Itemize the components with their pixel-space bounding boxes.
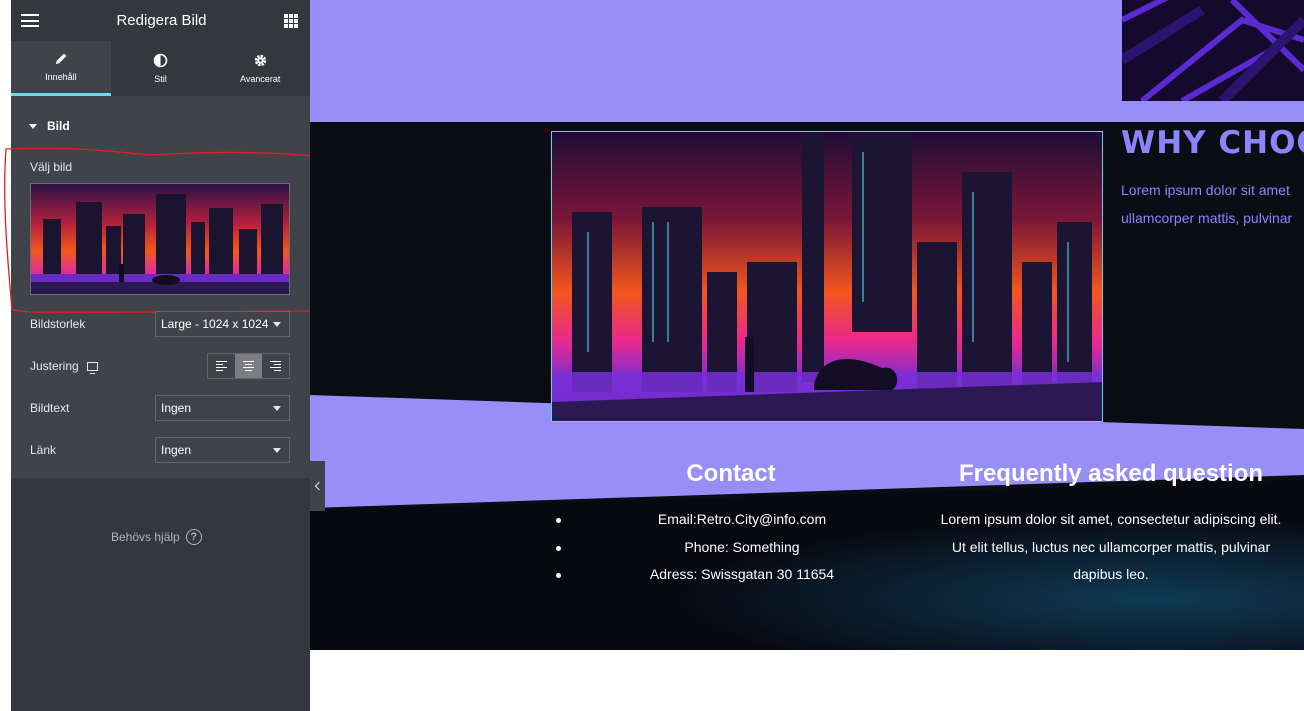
neon-structure-image xyxy=(1122,0,1304,101)
contact-phone: Phone: Something xyxy=(556,534,928,562)
tab-style[interactable]: Stil xyxy=(110,41,211,96)
tab-style-label: Stil xyxy=(154,74,167,84)
align-center-button[interactable] xyxy=(235,354,262,378)
page-preview: WHY CHOOS Lorem ipsum dolor sit amet ull… xyxy=(310,0,1304,711)
contrast-icon xyxy=(153,53,168,68)
caption-select[interactable]: Ingen xyxy=(155,395,290,421)
tab-content[interactable]: Innehåll xyxy=(11,41,111,96)
why-text-line-2: ullamcorper mattis, pulvinar xyxy=(1121,210,1293,226)
why-choose-text: Lorem ipsum dolor sit amet ullamcorper m… xyxy=(1121,176,1304,232)
tab-advanced-label: Avancerat xyxy=(240,74,281,84)
image-size-select[interactable]: Large - 1024 x 1024 xyxy=(155,311,290,337)
editor-panel: Redigera Bild Innehåll Stil Avancerat Bi… xyxy=(4,0,315,711)
alignment-buttons xyxy=(207,353,290,379)
caption-label: Bildtext xyxy=(30,401,70,415)
bullet-icon xyxy=(556,545,561,551)
desktop-icon[interactable] xyxy=(86,361,98,374)
contact-address: Adress: Swissgatan 30 11654 xyxy=(556,561,928,589)
caption-row: Bildtext Ingen xyxy=(30,395,290,421)
chevron-down-icon xyxy=(273,447,281,453)
help-label: Behövs hjälp xyxy=(111,530,180,544)
chevron-down-icon xyxy=(273,405,281,411)
city-thumbnail-image xyxy=(31,184,289,294)
contact-title: Contact xyxy=(686,460,776,487)
top-corner-image[interactable] xyxy=(1122,0,1304,101)
contact-list: Email:Retro.City@info.com Phone: Somethi… xyxy=(556,506,928,589)
contact-phone-text: Phone: Something xyxy=(684,538,800,555)
bullet-icon xyxy=(556,518,561,523)
link-row: Länk Ingen xyxy=(30,437,290,463)
caption-value: Ingen xyxy=(161,401,192,415)
section-title: Bild xyxy=(47,119,70,133)
chevron-left-icon xyxy=(314,481,324,491)
image-size-row: Bildstorlek Large - 1024 x 1024 xyxy=(30,311,290,337)
image-size-label: Bildstorlek xyxy=(30,317,86,331)
tab-advanced[interactable]: Avancerat xyxy=(210,41,311,96)
bullet-icon xyxy=(556,573,561,578)
choose-image-label: Välj bild xyxy=(30,160,73,174)
help-link[interactable]: Behövs hjälp ? xyxy=(111,529,202,545)
question-icon: ? xyxy=(185,529,202,545)
why-choose-title: WHY CHOOS xyxy=(1121,125,1304,161)
align-right-button[interactable] xyxy=(262,354,289,378)
collapse-panel-button[interactable] xyxy=(310,461,325,511)
link-select[interactable]: Ingen xyxy=(155,437,290,463)
gear-icon xyxy=(254,54,266,67)
alignment-row: Justering xyxy=(30,353,290,379)
contact-email: Email:Retro.City@info.com xyxy=(556,506,928,534)
section-toggle-bild[interactable]: Bild xyxy=(11,106,310,146)
chevron-down-icon xyxy=(273,321,281,327)
why-text-line-1: Lorem ipsum dolor sit amet xyxy=(1121,182,1290,198)
link-value: Ingen xyxy=(161,443,192,457)
contact-email-text: Email:Retro.City@info.com xyxy=(657,511,827,527)
alignment-label: Justering xyxy=(30,359,79,373)
menu-icon[interactable] xyxy=(21,14,39,27)
tab-content-label: Innehåll xyxy=(45,72,77,82)
alignment-label-wrap: Justering xyxy=(30,359,98,374)
faq-title: Frequently asked question xyxy=(958,460,1264,487)
caret-down-icon xyxy=(29,123,37,129)
image-size-value: Large - 1024 x 1024 xyxy=(161,317,269,331)
panel-header: Redigera Bild xyxy=(11,0,310,41)
hero-city-image[interactable] xyxy=(551,131,1103,422)
panel-tabs: Innehåll Stil Avancerat xyxy=(11,41,311,96)
cyberpunk-city-image xyxy=(552,132,1102,421)
panel-footer-area xyxy=(11,478,310,711)
panel-title: Redigera Bild xyxy=(116,12,207,29)
align-left-button[interactable] xyxy=(208,354,235,378)
faq-text: Lorem ipsum dolor sit amet, consectetur … xyxy=(940,511,1282,582)
image-picker-thumbnail[interactable] xyxy=(30,183,290,295)
link-label: Länk xyxy=(30,443,57,457)
contact-address-text: Adress: Swissgatan 30 11654 xyxy=(649,566,835,582)
widgets-grid-icon[interactable] xyxy=(284,13,298,28)
pencil-icon xyxy=(55,53,67,64)
